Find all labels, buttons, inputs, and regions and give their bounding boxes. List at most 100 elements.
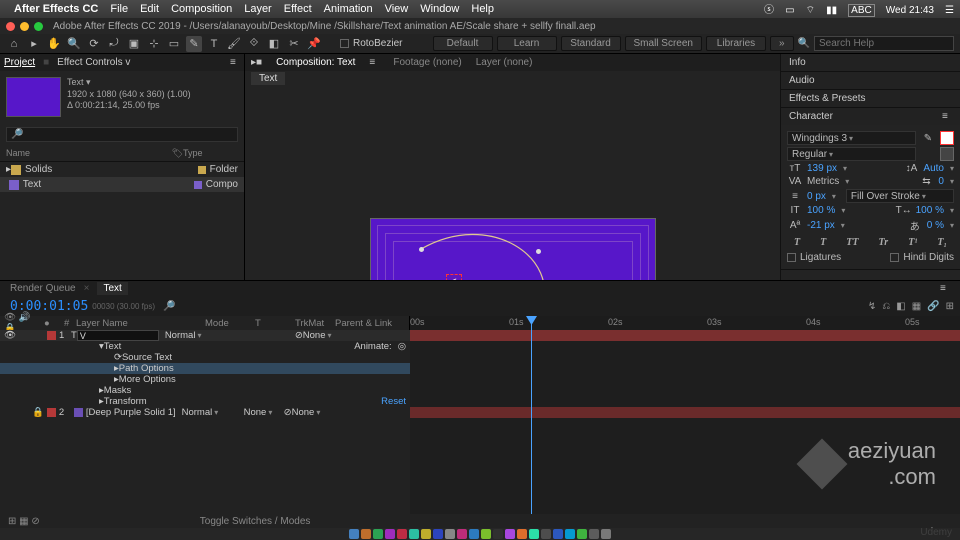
- pen-tool-icon[interactable]: ✎: [186, 36, 202, 52]
- workspace-libraries[interactable]: Libraries: [706, 36, 766, 51]
- comp-subtab[interactable]: Text: [251, 72, 285, 85]
- project-search[interactable]: 🔎: [6, 127, 238, 142]
- workspace-learn[interactable]: Learn: [497, 36, 557, 51]
- rotate-tool-icon[interactable]: ⤾: [106, 36, 122, 52]
- layer-row-2[interactable]: 🔒2 [Deep Purple Solid 1] Normal None ⊘No…: [0, 407, 410, 418]
- panel-info[interactable]: Info: [781, 54, 960, 71]
- shape-tool-icon[interactable]: ▭: [166, 36, 182, 52]
- tree-path-options[interactable]: ▸ Path Options: [0, 363, 410, 374]
- battery-icon[interactable]: ▮▮: [826, 5, 837, 16]
- panel-effects-presets[interactable]: Effects & Presets: [781, 90, 960, 107]
- ligatures-check[interactable]: Ligatures: [787, 252, 841, 263]
- layer1-mode[interactable]: Normal: [165, 330, 215, 341]
- tree-masks[interactable]: ▸ Masks: [0, 385, 410, 396]
- hscale[interactable]: 100 %: [916, 205, 944, 216]
- selection-tool-icon[interactable]: ▸: [26, 36, 42, 52]
- kerning[interactable]: 0: [938, 176, 944, 187]
- brush-tool-icon[interactable]: 🖌: [226, 36, 242, 52]
- macos-dock[interactable]: [0, 528, 960, 540]
- tl-btn-3[interactable]: ◧: [896, 301, 905, 312]
- tl-btn-5[interactable]: 🔗: [927, 301, 939, 312]
- search-help-input[interactable]: [814, 36, 954, 51]
- input-abc[interactable]: ABC: [848, 4, 875, 17]
- toggle-switches[interactable]: Toggle Switches / Modes: [200, 516, 311, 527]
- menu-edit[interactable]: Edit: [140, 3, 159, 15]
- spotlight-icon[interactable]: ☰: [945, 5, 954, 16]
- viewer-toggle-icon[interactable]: ▸■: [251, 57, 262, 68]
- layer-name-input[interactable]: [77, 330, 159, 341]
- tsume[interactable]: 0 %: [927, 220, 944, 231]
- project-row-text[interactable]: TextCompo: [0, 177, 244, 192]
- skype-icon[interactable]: ⓢ: [764, 5, 774, 16]
- tab-project[interactable]: Project: [4, 57, 35, 68]
- layer2-trkmat[interactable]: None: [244, 407, 284, 418]
- fill-swatch[interactable]: [940, 131, 954, 145]
- stroke-swatch[interactable]: [940, 147, 954, 161]
- clone-tool-icon[interactable]: ⟐: [246, 36, 262, 52]
- airplay-icon[interactable]: ▭: [785, 5, 794, 16]
- eyedropper-icon[interactable]: ✎: [920, 133, 936, 144]
- rotobezier-check[interactable]: RotoBezier: [340, 38, 402, 49]
- col-label-icon[interactable]: 🏷: [172, 148, 183, 159]
- workspace-standard[interactable]: Standard: [561, 36, 621, 51]
- tab-timeline-text[interactable]: Text: [97, 282, 127, 295]
- font-size[interactable]: 139 px: [807, 163, 837, 174]
- menu-view[interactable]: View: [385, 3, 409, 15]
- vertex-icon[interactable]: [536, 249, 541, 254]
- tree-text[interactable]: ▾ TextAnimate:◎: [0, 341, 410, 352]
- font-style-select[interactable]: Regular: [787, 147, 916, 161]
- hand-tool-icon[interactable]: ✋: [46, 36, 62, 52]
- workspace-smallscreen[interactable]: Small Screen: [625, 36, 702, 51]
- playhead[interactable]: [531, 316, 532, 330]
- menu-window[interactable]: Window: [420, 3, 459, 15]
- menu-animation[interactable]: Animation: [324, 3, 373, 15]
- timeline-menu-icon[interactable]: [940, 283, 950, 294]
- tree-source-text[interactable]: ⟳ Source Text: [0, 352, 410, 363]
- layer1-bar[interactable]: [410, 330, 960, 341]
- comp-thumbnail[interactable]: [6, 77, 61, 117]
- home-icon[interactable]: ⌂: [6, 36, 22, 52]
- menu-file[interactable]: File: [110, 3, 128, 15]
- tree-more-options[interactable]: ▸ More Options: [0, 374, 410, 385]
- tab-layer[interactable]: Layer (none): [476, 57, 533, 68]
- vscale[interactable]: 100 %: [807, 205, 835, 216]
- col-name[interactable]: Name: [6, 148, 172, 159]
- menu-composition[interactable]: Composition: [171, 3, 232, 15]
- workspace-overflow[interactable]: »: [770, 36, 794, 51]
- tab-render-queue[interactable]: Render Queue: [10, 283, 76, 294]
- type-tool-icon[interactable]: T: [206, 36, 222, 52]
- puppet-tool-icon[interactable]: 📌: [306, 36, 322, 52]
- layer1-parent[interactable]: None: [303, 330, 353, 341]
- camera-tool-icon[interactable]: ▣: [126, 36, 142, 52]
- tl-foot-icon[interactable]: ⊞ ▦ ⊘: [8, 516, 40, 527]
- menu-help[interactable]: Help: [471, 3, 494, 15]
- menu-layer[interactable]: Layer: [244, 3, 272, 15]
- layer2-bar[interactable]: [410, 407, 960, 418]
- orbit-tool-icon[interactable]: ⟳: [86, 36, 102, 52]
- wifi-icon[interactable]: ⌔: [806, 5, 815, 16]
- kerning-mode[interactable]: Metrics: [807, 176, 839, 187]
- layer-row-1[interactable]: 👁1 T Normal ⊘None: [0, 330, 410, 341]
- tl-btn-1[interactable]: ↯: [868, 301, 876, 312]
- tl-btn-4[interactable]: ▦: [912, 301, 921, 312]
- type-style-buttons[interactable]: TTTTTrT¹T₁: [787, 237, 954, 248]
- tab-composition[interactable]: Composition: Text: [276, 57, 355, 68]
- layer2-parent[interactable]: None: [292, 407, 342, 418]
- tree-transform[interactable]: ▸ TransformReset: [0, 396, 410, 407]
- stroke-width[interactable]: 0 px: [807, 191, 826, 202]
- hindi-check[interactable]: Hindi Digits: [890, 252, 954, 263]
- leading[interactable]: Auto: [923, 163, 944, 174]
- anchor-tool-icon[interactable]: ⊹: [146, 36, 162, 52]
- traffic-lights[interactable]: [6, 22, 43, 31]
- vertex-icon[interactable]: [419, 247, 424, 252]
- project-row-solids[interactable]: ▸SolidsFolder: [0, 162, 244, 177]
- layer2-mode[interactable]: Normal: [182, 407, 232, 418]
- menu-app[interactable]: After Effects CC: [14, 3, 98, 15]
- font-family-select[interactable]: Wingdings 3: [787, 131, 916, 145]
- tl-btn-6[interactable]: ⊞: [946, 301, 954, 312]
- stroke-option[interactable]: Fill Over Stroke: [846, 189, 954, 203]
- baseline[interactable]: -21 px: [807, 220, 835, 231]
- panel-character[interactable]: Character: [781, 108, 960, 125]
- zoom-tool-icon[interactable]: 🔍: [66, 36, 82, 52]
- tab-effect-controls[interactable]: Effect Controls v: [57, 57, 130, 68]
